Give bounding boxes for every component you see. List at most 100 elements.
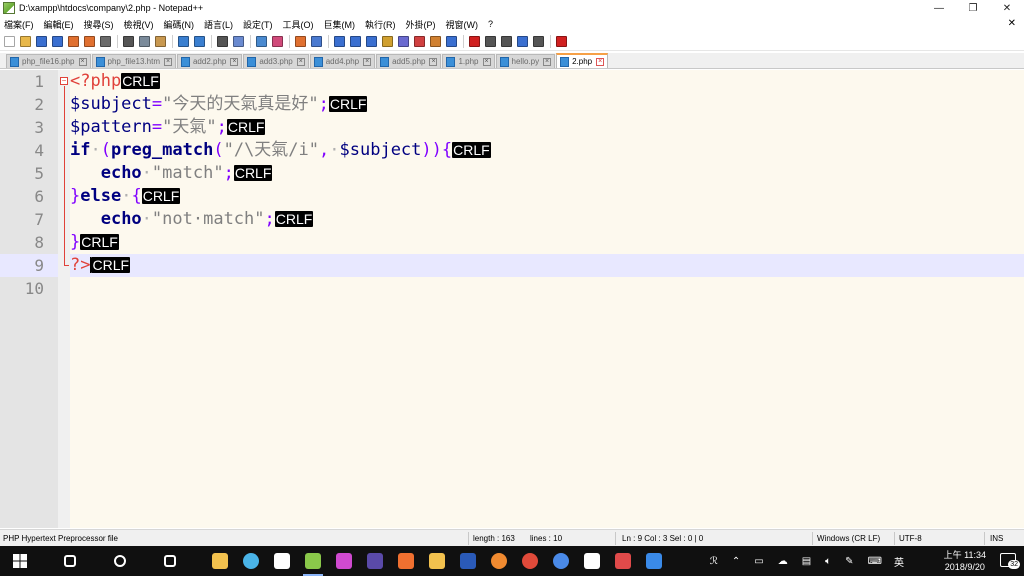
docmap-icon[interactable]	[398, 35, 409, 47]
saveall-icon[interactable]	[52, 35, 63, 47]
code-line[interactable]: 3 $pattern="天氣";CRLF	[0, 116, 1024, 139]
tab-close-icon[interactable]: ×	[429, 57, 438, 66]
close-document-button[interactable]: ✕	[1008, 18, 1016, 29]
document-tab[interactable]: hello.py ×	[495, 54, 556, 68]
volume-icon[interactable]: 🔈︎	[825, 556, 831, 567]
spell-icon[interactable]	[556, 35, 567, 47]
code-line[interactable]: 8}CRLF	[0, 231, 1024, 254]
cut-icon[interactable]	[123, 35, 134, 47]
document-tab[interactable]: 2.php ×	[556, 53, 609, 68]
udl-icon[interactable]	[382, 35, 393, 47]
folder-icon[interactable]	[430, 35, 441, 47]
taskbar-app[interactable]	[206, 546, 234, 576]
minimize-button[interactable]: —	[922, 0, 956, 16]
undo-icon[interactable]	[178, 35, 189, 47]
code-line[interactable]: 9 ?> CRLF	[0, 254, 1024, 277]
document-tab[interactable]: php_file16.php ×	[6, 54, 91, 68]
taskbar-app[interactable]	[547, 546, 575, 576]
usb-icon[interactable]: ▭	[754, 556, 763, 567]
sync-v-icon[interactable]	[295, 35, 306, 47]
menu-item[interactable]: 工具(O)	[283, 18, 314, 31]
code-line[interactable]: 1 <?phpCRLF	[0, 70, 1024, 93]
code-line[interactable]: 10	[0, 277, 1024, 300]
code-line[interactable]: 2 $subject="今天的天氣真是好";CRLF	[0, 93, 1024, 116]
replace-icon[interactable]	[233, 35, 244, 47]
eol-format-label[interactable]: Windows (CR LF)	[817, 534, 880, 543]
menu-item[interactable]: 檔案(F)	[4, 18, 34, 31]
input-language-indicator[interactable]: 英	[894, 554, 904, 569]
taskbar-app[interactable]	[423, 546, 451, 576]
document-tab[interactable]: 1.php ×	[442, 54, 495, 68]
menu-item[interactable]: ?	[488, 19, 493, 29]
tab-close-icon[interactable]: ×	[596, 57, 605, 66]
taskbar-app[interactable]	[268, 546, 296, 576]
menu-item[interactable]: 執行(R)	[365, 18, 396, 31]
save-icon[interactable]	[36, 35, 47, 47]
network-icon[interactable]: ▤	[802, 556, 811, 567]
menu-item[interactable]: 外掛(P)	[406, 18, 436, 31]
taskbar-app[interactable]	[156, 546, 184, 576]
document-tab[interactable]: add4.php ×	[309, 54, 376, 68]
stop-icon[interactable]	[485, 35, 496, 47]
new-icon[interactable]	[4, 35, 15, 47]
menu-item[interactable]: 編碼(N)	[164, 18, 195, 31]
code-line[interactable]: 5 echo·"match";CRLF	[0, 162, 1024, 185]
code-line[interactable]: 7 echo·"not·match";CRLF	[0, 208, 1024, 231]
menu-item[interactable]: 編輯(E)	[44, 18, 74, 31]
tab-close-icon[interactable]: ×	[163, 57, 172, 66]
savemacro-icon[interactable]	[533, 35, 544, 47]
taskbar-app[interactable]	[361, 546, 389, 576]
open-icon[interactable]	[20, 35, 31, 47]
zoomout-icon[interactable]	[272, 35, 283, 47]
tab-close-icon[interactable]: ×	[543, 57, 552, 66]
menu-item[interactable]: 設定(T)	[243, 18, 273, 31]
print-icon[interactable]	[100, 35, 111, 47]
clock[interactable]: 上午 11:34 2018/9/20	[944, 549, 986, 573]
find-icon[interactable]	[217, 35, 228, 47]
zoomin-icon[interactable]	[256, 35, 267, 47]
menu-item[interactable]: 檢視(V)	[124, 18, 154, 31]
sync-h-icon[interactable]	[311, 35, 322, 47]
taskbar-app[interactable]	[392, 546, 420, 576]
menu-item[interactable]: 搜尋(S)	[84, 18, 114, 31]
menu-item[interactable]: 視窗(W)	[446, 18, 479, 31]
closeall-icon[interactable]	[84, 35, 95, 47]
taskbar-app[interactable]	[237, 546, 265, 576]
taskbar-app[interactable]	[330, 546, 358, 576]
taskbar-app[interactable]	[299, 546, 327, 576]
wrap-icon[interactable]	[334, 35, 345, 47]
tab-close-icon[interactable]: ×	[78, 57, 87, 66]
taskbar-app[interactable]	[485, 546, 513, 576]
chevron-up-icon[interactable]: ⌃	[732, 556, 740, 567]
paste-icon[interactable]	[155, 35, 166, 47]
document-tab[interactable]: add2.php ×	[176, 54, 243, 68]
taskbar-app[interactable]	[454, 546, 482, 576]
playmulti-icon[interactable]	[517, 35, 528, 47]
code-editor[interactable]: − 1 <?phpCRLF 2 $subject="今天的天氣真是好";CRLF 3 $p…	[0, 70, 1024, 528]
tab-close-icon[interactable]: ×	[482, 57, 491, 66]
taskbar-app[interactable]	[640, 546, 668, 576]
close-icon[interactable]	[68, 35, 79, 47]
indent-icon[interactable]	[366, 35, 377, 47]
record-icon[interactable]	[469, 35, 480, 47]
taskbar-app[interactable]	[516, 546, 544, 576]
taskbar-app[interactable]	[106, 546, 134, 576]
maximize-button[interactable]: ❐	[956, 0, 990, 16]
code-line[interactable]: 6}else·{CRLF	[0, 185, 1024, 208]
pen-icon[interactable]: ✎	[845, 556, 853, 567]
document-tab[interactable]: add3.php ×	[243, 54, 309, 68]
document-tab[interactable]: php_file13.htm ×	[91, 54, 176, 68]
insert-mode-label[interactable]: INS	[990, 534, 1003, 543]
taskbar-app[interactable]	[609, 546, 637, 576]
monitor-icon[interactable]	[446, 35, 457, 47]
tab-close-icon[interactable]: ×	[363, 57, 372, 66]
redo-icon[interactable]	[194, 35, 205, 47]
funclist-icon[interactable]	[414, 35, 425, 47]
keyboard-icon[interactable]: ⌨	[868, 556, 882, 567]
play-icon[interactable]	[501, 35, 512, 47]
copy-icon[interactable]	[139, 35, 150, 47]
cloud-icon[interactable]: ☁	[778, 556, 788, 567]
people-icon[interactable]: ℛ	[710, 556, 718, 567]
encoding-label[interactable]: UTF-8	[899, 534, 922, 543]
taskbar-app[interactable]	[578, 546, 606, 576]
